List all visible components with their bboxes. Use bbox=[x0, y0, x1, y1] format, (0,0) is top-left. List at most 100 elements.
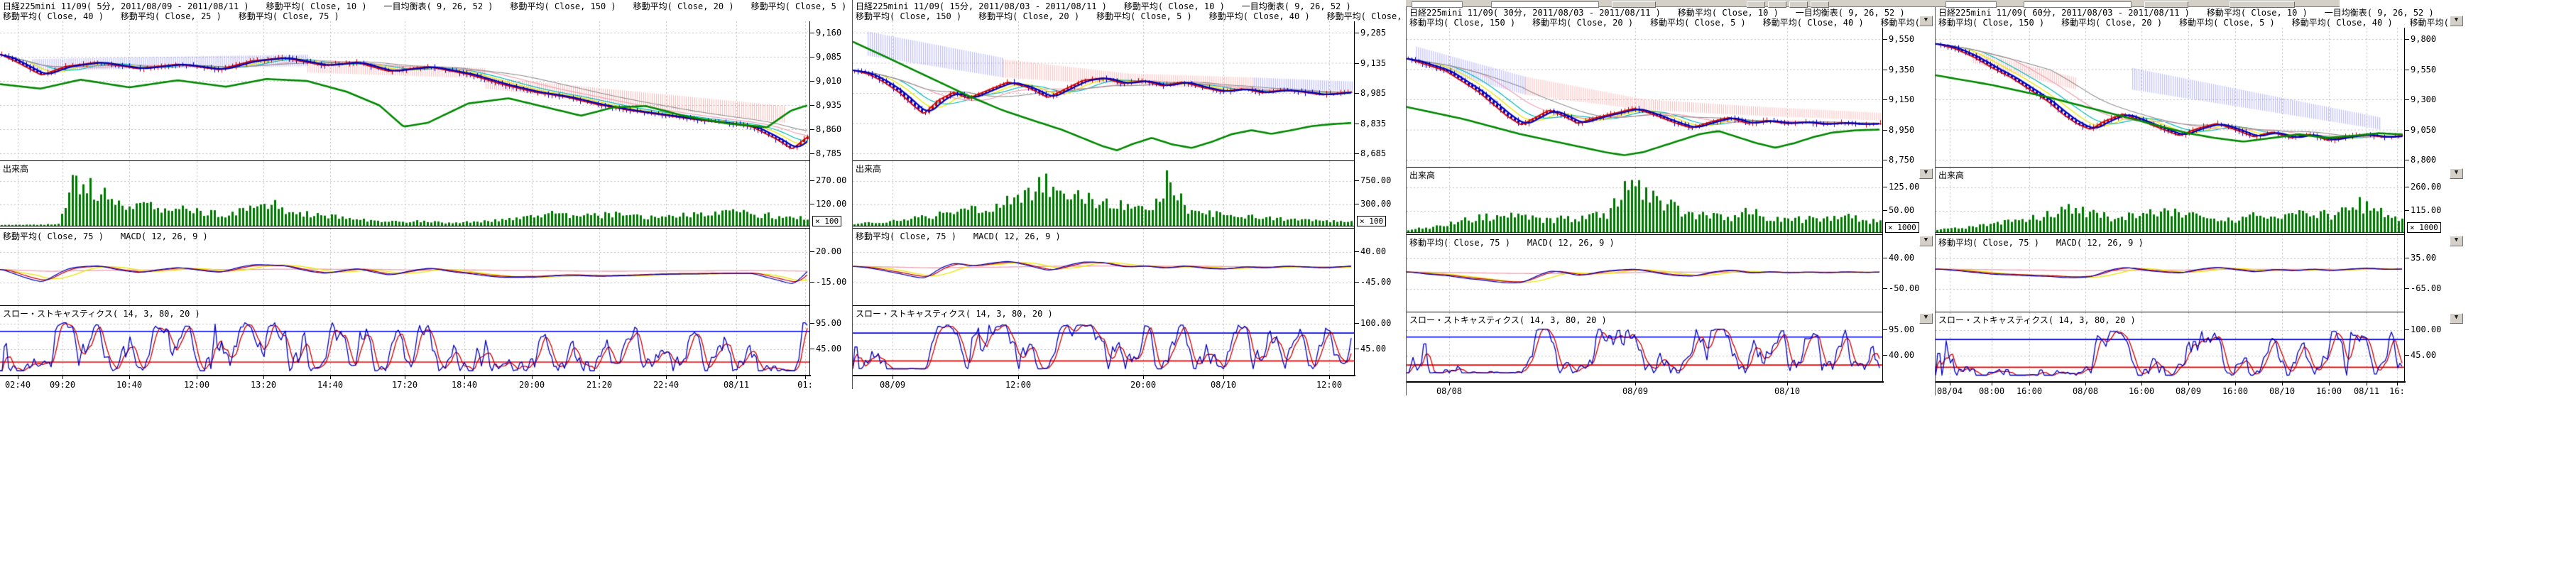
axis-label: 9,050 bbox=[2411, 125, 2436, 135]
axis-label: 9,010 bbox=[816, 76, 841, 86]
time-tick bbox=[464, 376, 465, 379]
time-label: 08/08 bbox=[2073, 386, 2098, 395]
axis-tick bbox=[810, 251, 814, 252]
volume-canvas[interactable] bbox=[1407, 168, 1882, 235]
time-label: 02:40 bbox=[5, 380, 31, 389]
dropdown-arrow-icon: ▼ bbox=[1924, 314, 1928, 321]
dropdown-arrow-button[interactable]: ▼ bbox=[1919, 313, 1933, 324]
panel-title: 日経225mini 11/09( 30分, 2011/08/03 - 2011/… bbox=[1409, 8, 1933, 18]
time-label: 08/10 bbox=[1211, 380, 1236, 389]
axis-label: 9,150 bbox=[1889, 94, 1914, 104]
main-chart-section bbox=[0, 21, 809, 160]
axis-label: 8,835 bbox=[1360, 119, 1386, 129]
macd-section-title: 移動平均( Close, 75 ) MACD( 12, 26, 9 ) bbox=[1409, 236, 1615, 248]
dropdown-arrow-button[interactable]: ▼ bbox=[2450, 236, 2463, 246]
time-tick bbox=[805, 376, 806, 379]
dropdown-arrow-icon: ▼ bbox=[1924, 169, 1928, 176]
time-label: 16:00 bbox=[2129, 386, 2154, 395]
axis-label: -50.00 bbox=[1889, 283, 1919, 293]
dropdown-arrow-button[interactable]: ▼ bbox=[1919, 236, 1933, 246]
axis-label: 750.00 bbox=[1360, 175, 1391, 185]
macd-section: 移動平均( Close, 75 ) MACD( 12, 26, 9 ) bbox=[853, 228, 1354, 306]
time-tick bbox=[1143, 376, 1144, 379]
time-label: 08/09 bbox=[1622, 386, 1648, 395]
axis-label: 50.00 bbox=[1889, 205, 1914, 215]
panel-indicator-list: 移動平均( Close, 150 ) 移動平均( Close, 20 ) 移動平… bbox=[856, 11, 1404, 21]
time-label: 14:40 bbox=[317, 380, 343, 389]
axis-label: 8,750 bbox=[1889, 155, 1914, 165]
axis-tick bbox=[2405, 99, 2409, 100]
toolbar-button-fragment[interactable] bbox=[1768, 1, 1786, 8]
axis-tick bbox=[1355, 63, 1359, 64]
toolbar-button-fragment[interactable] bbox=[1747, 1, 1765, 8]
stochastics-section-title: スロー・ストキャスティクス( 14, 3, 80, 20 ) bbox=[856, 307, 1053, 319]
time-axis: 08/0912:0020:0008/1012:00 bbox=[853, 375, 1355, 389]
axis-label: 8,860 bbox=[816, 124, 841, 134]
volume-canvas[interactable] bbox=[0, 161, 809, 229]
time-axis: 08/0808/0908/10 bbox=[1407, 381, 1884, 395]
axis-label: 20.00 bbox=[816, 246, 841, 256]
axis-tick bbox=[1883, 99, 1887, 100]
axis-tick bbox=[1355, 153, 1359, 154]
axis-tick bbox=[810, 180, 814, 181]
toolbar-dropdown-fragment[interactable] bbox=[1945, 1, 1997, 8]
main-chart-canvas[interactable] bbox=[0, 21, 809, 160]
toolbar-button-fragment[interactable] bbox=[2144, 1, 2188, 8]
volume-section-title: 出来高 bbox=[3, 163, 28, 175]
axis-label: 120.00 bbox=[816, 199, 846, 209]
time-label: 10:40 bbox=[116, 380, 142, 389]
chart-panel-3: 日経225mini 11/09( 30分, 2011/08/03 - 2011/… bbox=[1406, 6, 1934, 395]
volume-section-title: 出来高 bbox=[1409, 169, 1435, 181]
stochastics-section: スロー・ストキャスティクス( 14, 3, 80, 20 ) bbox=[1407, 312, 1882, 382]
time-tick bbox=[2029, 383, 2030, 386]
main-chart-canvas[interactable] bbox=[1936, 28, 2404, 167]
time-label: 22:40 bbox=[653, 380, 679, 389]
toolbar-button-fragment[interactable] bbox=[2230, 1, 2295, 8]
time-label: 16: bbox=[2389, 386, 2405, 395]
axis-tick bbox=[1883, 355, 1887, 356]
toolbar-dropdown-fragment[interactable] bbox=[1412, 1, 1463, 8]
axis-tick bbox=[1355, 180, 1359, 181]
macd-section-title: 移動平均( Close, 75 ) MACD( 12, 26, 9 ) bbox=[3, 230, 208, 242]
axis-label: -45.00 bbox=[1360, 277, 1391, 287]
axis-tick bbox=[810, 153, 814, 154]
time-label: 17:20 bbox=[392, 380, 417, 389]
macd-section-title: 移動平均( Close, 75 ) MACD( 12, 26, 9 ) bbox=[1938, 236, 2144, 248]
main-chart-section bbox=[1407, 28, 1882, 167]
axis-tick bbox=[2405, 210, 2409, 211]
volume-canvas[interactable] bbox=[853, 161, 1354, 229]
axis-label: 8,935 bbox=[816, 100, 841, 110]
macd-section: 移動平均( Close, 75 ) MACD( 12, 26, 9 ) bbox=[1407, 234, 1882, 312]
axis-label: 9,550 bbox=[1889, 34, 1914, 44]
axis-tick bbox=[2405, 329, 2409, 330]
chart-panel-4: 日経225mini 11/09( 60分, 2011/08/03 - 2011/… bbox=[1935, 6, 2465, 395]
axis-label: 8,950 bbox=[1889, 125, 1914, 135]
time-tick bbox=[330, 376, 331, 379]
dropdown-arrow-button[interactable]: ▼ bbox=[2450, 168, 2463, 179]
axis-label: 8,685 bbox=[1360, 148, 1386, 158]
dropdown-arrow-button[interactable]: ▼ bbox=[1919, 168, 1933, 179]
dropdown-arrow-button[interactable]: ▼ bbox=[2450, 16, 2463, 26]
axis-tick bbox=[810, 105, 814, 106]
time-label: 12:00 bbox=[1316, 380, 1342, 389]
main-chart-canvas[interactable] bbox=[853, 21, 1354, 160]
axis-tick bbox=[1355, 323, 1359, 324]
axis-tick bbox=[1883, 329, 1887, 330]
axis-tick bbox=[1883, 288, 1887, 289]
time-axis: 08/0408:0016:0008/0816:0008/0916:0008/10… bbox=[1936, 381, 2406, 395]
time-label: 08/04 bbox=[1937, 386, 1963, 395]
volume-canvas[interactable] bbox=[1936, 168, 2404, 235]
main-chart-canvas[interactable] bbox=[1407, 28, 1882, 167]
axis-label: 260.00 bbox=[2411, 182, 2441, 192]
axis-label: 9,135 bbox=[1360, 58, 1386, 68]
time-label: 12:00 bbox=[1005, 380, 1031, 389]
dropdown-arrow-button[interactable]: ▼ bbox=[1919, 16, 1933, 26]
toolbar-button-fragment[interactable] bbox=[1612, 1, 1656, 8]
dropdown-arrow-button[interactable]: ▼ bbox=[2450, 313, 2463, 324]
toolbar-dropdown-fragment[interactable] bbox=[1491, 1, 1599, 8]
toolbar-button-fragment[interactable] bbox=[1811, 1, 1829, 8]
toolbar-button-fragment[interactable] bbox=[1789, 1, 1808, 8]
toolbar-dropdown-fragment[interactable] bbox=[2024, 1, 2132, 8]
axis-tick bbox=[2405, 355, 2409, 356]
time-tick bbox=[2329, 383, 2330, 386]
